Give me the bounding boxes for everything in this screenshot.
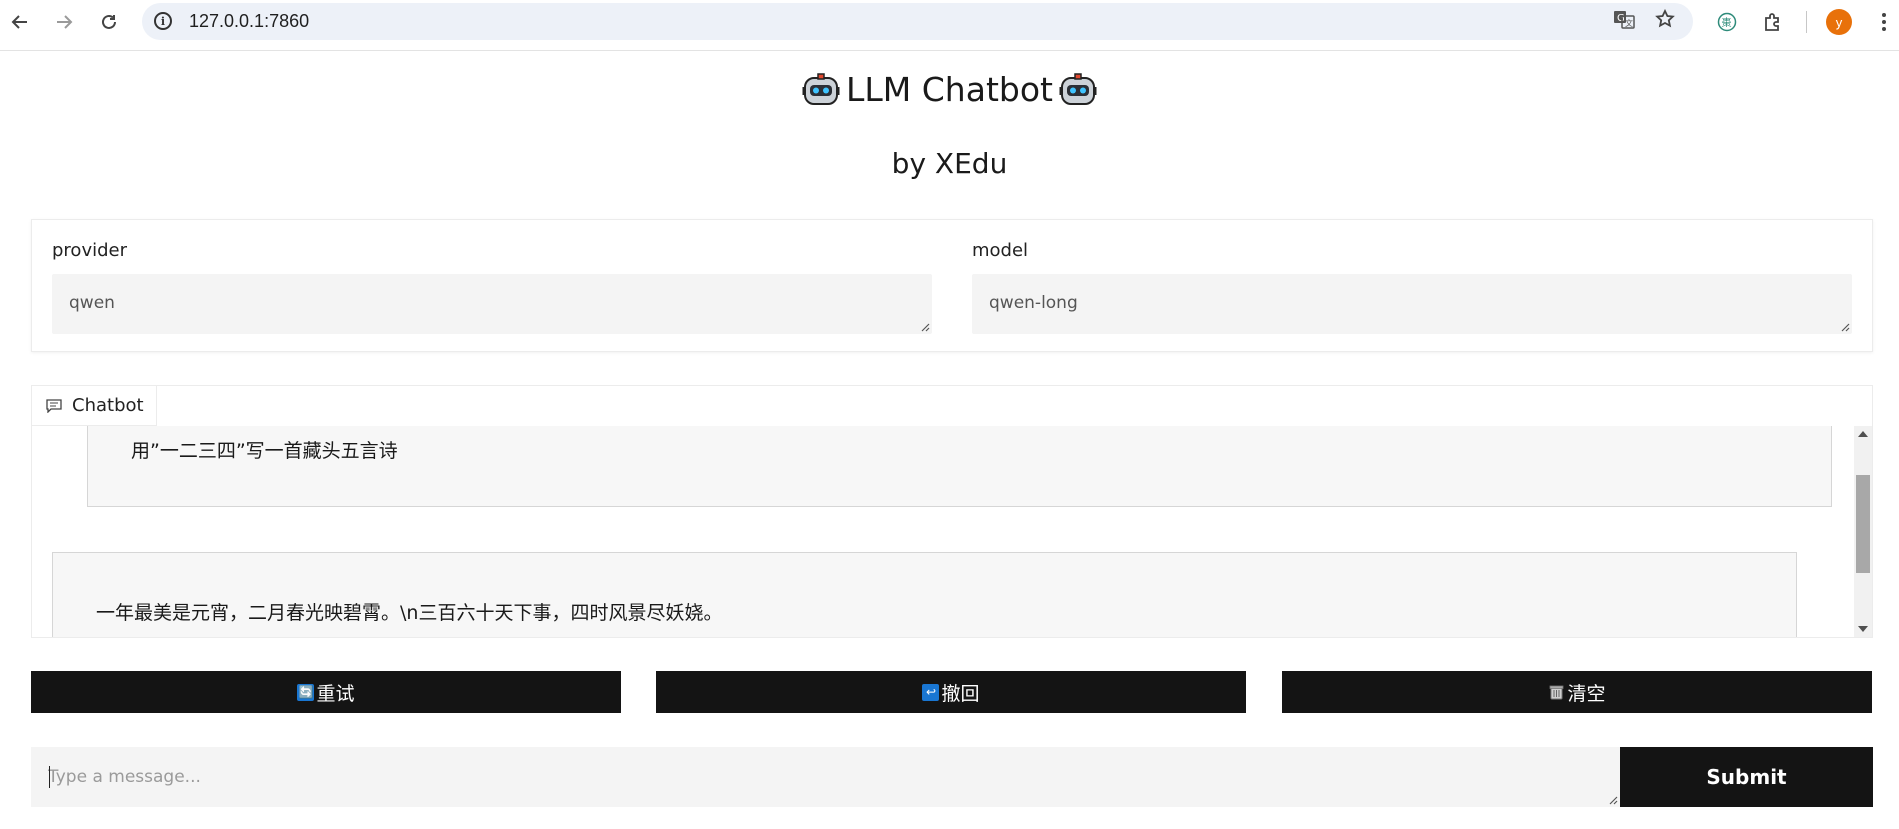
page-title: LLM Chatbot: [0, 70, 1899, 109]
undo-button-label: 撤回: [941, 682, 980, 705]
page-subtitle: by XEdu: [891, 147, 1008, 180]
provider-input[interactable]: qwen: [52, 274, 932, 334]
model-label: model: [972, 240, 1029, 261]
message-input[interactable]: Type a message...: [31, 747, 1620, 807]
trash-icon: [1548, 684, 1565, 701]
chatbot-panel: Chatbot 用”一二三四”写一首藏头五言诗 一年最美是元宵，二月春光映碧霄。…: [31, 385, 1873, 638]
scroll-up-arrow-icon[interactable]: [1858, 431, 1868, 437]
chat-scrollbar[interactable]: [1854, 426, 1872, 637]
retry-icon: 🔄: [297, 683, 315, 701]
resize-handle-icon[interactable]: [920, 322, 930, 332]
scroll-down-arrow-icon[interactable]: [1858, 626, 1868, 632]
svg-text:文: 文: [1625, 18, 1633, 28]
settings-panel: provider qwen model qwen-long: [31, 219, 1873, 352]
clear-button[interactable]: 清空: [1282, 671, 1872, 713]
undo-icon: ↩: [922, 683, 940, 701]
reload-icon[interactable]: [95, 8, 123, 36]
provider-value: qwen: [69, 293, 115, 313]
translate-icon[interactable]: G文: [1612, 7, 1636, 31]
app-title-text: LLM Chatbot: [846, 70, 1053, 109]
assistant-message-text: 一年最美是元宵，二月春光映碧霄。\n三百六十天下事，四时风景尽妖娆。: [96, 602, 723, 624]
resize-handle-icon[interactable]: [1840, 322, 1850, 332]
retry-button[interactable]: 🔄 重试: [31, 671, 621, 713]
message-placeholder: Type a message...: [48, 767, 201, 787]
robot-icon: [1059, 71, 1097, 107]
undo-button[interactable]: ↩ 撤回: [656, 671, 1246, 713]
user-message[interactable]: 用”一二三四”写一首藏头五言诗: [87, 426, 1832, 507]
user-message-text: 用”一二三四”写一首藏头五言诗: [131, 440, 398, 462]
svg-text:棗: 棗: [1722, 16, 1732, 29]
address-bar[interactable]: i 127.0.0.1:7860: [142, 3, 1693, 40]
clear-button-label: 清空: [1567, 682, 1606, 705]
chat-messages-area[interactable]: 用”一二三四”写一首藏头五言诗 一年最美是元宵，二月春光映碧霄。\n三百六十天下…: [32, 426, 1854, 637]
robot-icon: [802, 71, 840, 107]
provider-label: provider: [52, 240, 127, 261]
url-text[interactable]: 127.0.0.1:7860: [189, 11, 309, 32]
site-info-icon[interactable]: i: [154, 12, 172, 30]
back-arrow-icon[interactable]: [6, 8, 34, 36]
bookmark-star-icon[interactable]: [1653, 7, 1677, 31]
extensions-puzzle-icon[interactable]: [1760, 9, 1786, 35]
forward-arrow-icon[interactable]: [50, 8, 78, 36]
toolbar-divider: [1806, 11, 1807, 33]
browser-toolbar: i 127.0.0.1:7860 G文 棗 y: [0, 0, 1899, 51]
extension-logo-icon[interactable]: 棗: [1714, 9, 1740, 35]
profile-avatar[interactable]: y: [1826, 9, 1852, 35]
model-input[interactable]: qwen-long: [972, 274, 1852, 334]
text-caret: [49, 766, 50, 788]
scrollbar-thumb[interactable]: [1856, 475, 1870, 573]
chatbot-label-tab: Chatbot: [32, 386, 157, 426]
model-value: qwen-long: [989, 293, 1078, 313]
kebab-menu-icon[interactable]: [1871, 9, 1897, 35]
assistant-message[interactable]: 一年最美是元宵，二月春光映碧霄。\n三百六十天下事，四时风景尽妖娆。: [52, 552, 1797, 637]
svg-text:G: G: [1617, 13, 1625, 24]
submit-button[interactable]: Submit: [1620, 747, 1873, 807]
resize-handle-icon[interactable]: [1608, 795, 1618, 805]
chat-bubble-icon: [46, 398, 62, 413]
chatbot-tab-label: Chatbot: [72, 395, 144, 416]
retry-button-label: 重试: [316, 682, 355, 705]
